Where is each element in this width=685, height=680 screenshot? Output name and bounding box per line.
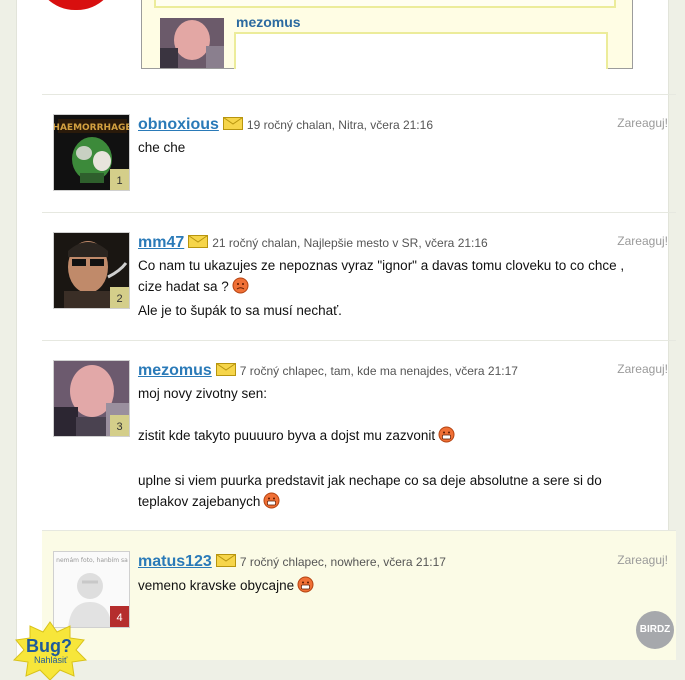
message-envelope-icon[interactable] [215,554,236,572]
avatar[interactable]: nemám foto, hanbím sa 4 [53,551,130,628]
comment-text: vemeno kravske obycajne [138,575,658,599]
message-envelope-icon[interactable] [188,235,209,253]
comment-line: moj novy zivotny sen: [138,386,268,401]
comment-number: 4 [110,606,129,627]
comment-line: Co nam tu ukazujes ze nepoznas vyraz "ig… [138,258,625,273]
grin-smiley-icon [263,492,280,515]
username-link[interactable]: matus123 [138,553,212,570]
username-link[interactable]: mezomus [138,362,212,379]
red-logo-shape [35,0,117,10]
comment-line: teplakov zajebanych [138,494,261,509]
message-envelope-icon[interactable] [215,363,236,381]
grin-smiley-icon [438,426,455,449]
grin-smiley-icon [297,576,314,599]
username-link[interactable]: mm47 [138,234,184,251]
reply-textarea[interactable] [234,32,608,69]
comment-number: 2 [110,287,129,308]
reply-link[interactable]: Zareaguj! [617,553,668,567]
comment-text: Co nam tu ukazujes ze nepoznas vyraz "ig… [138,255,658,321]
comment-item: nemám foto, hanbím sa 4 matus123 7 ročný … [42,530,676,660]
comment-line: zistit kde takyto puuuuro byva a dojst m… [138,428,436,443]
comment-meta: obnoxious 19 ročný chalan, Nitra, včera 2… [138,116,433,135]
svg-text:HAEMORRHAGE: HAEMORRHAGE [54,123,130,133]
preview-username[interactable]: mezomus [236,14,301,30]
comment-meta: matus123 7 ročný chlapec, nowhere, včera … [138,553,446,572]
user-info: 7 ročný chlapec, tam, kde ma nenajdes, v… [239,364,518,378]
user-info: 19 ročný chalan, Nitra, včera 21:16 [246,118,433,132]
comment-item: 3 mezomus 7 ročný chlapec, tam, kde ma ne… [42,340,676,530]
bug-report-label[interactable]: Bug? [26,636,72,657]
user-info: 21 ročný chalan, Najlepšie mesto v SR, v… [212,236,488,250]
birdz-badge[interactable]: BIRDZ [636,611,674,649]
avatar[interactable]: 3 [53,360,130,437]
comment-number: 3 [110,415,129,436]
reply-link[interactable]: Zareaguj! [617,234,668,248]
reply-link[interactable]: Zareaguj! [617,116,668,130]
comment-meta: mezomus 7 ročný chlapec, tam, kde ma nena… [138,362,518,381]
comment-line: che che [138,140,186,155]
reply-preview: mezomus [141,0,633,69]
page: mezomus HAEMORRHAGE 1 obnoxious 19 ročný … [16,0,676,660]
angry-smiley-icon [232,277,249,300]
username-link[interactable]: obnoxious [138,116,219,133]
comment-line: cize hadat sa ? [138,279,229,294]
comment-meta: mm47 21 ročný chalan, Najlepšie mesto v S… [138,234,488,253]
avatar-caption: nemám foto, hanbím sa [56,557,128,564]
preview-avatar [160,18,224,68]
comment-item: 2 mm47 21 ročný chalan, Najlepšie mesto v… [42,212,676,340]
comment-item: HAEMORRHAGE 1 obnoxious 19 ročný chalan, … [42,94,676,212]
user-info: 7 ročný chlapec, nowhere, včera 21:17 [239,555,446,569]
avatar[interactable]: HAEMORRHAGE 1 [53,114,130,191]
comment-text: moj novy zivotny sen: zistit kde takyto … [138,383,658,515]
comment-number: 1 [110,169,129,190]
comment-text: che che [138,137,658,158]
comment-line: uplne si viem puurka predstavit jak nech… [138,473,602,488]
comment-line: vemeno kravske obycajne [138,578,295,593]
reply-link[interactable]: Zareaguj! [617,362,668,376]
bug-report-sub[interactable]: Nahlásiť [34,655,67,665]
avatar[interactable]: 2 [53,232,130,309]
preview-inner-frame [154,0,616,8]
comment-line: Ale je to šupák to sa musí nechať. [138,303,342,318]
message-envelope-icon[interactable] [222,117,243,135]
